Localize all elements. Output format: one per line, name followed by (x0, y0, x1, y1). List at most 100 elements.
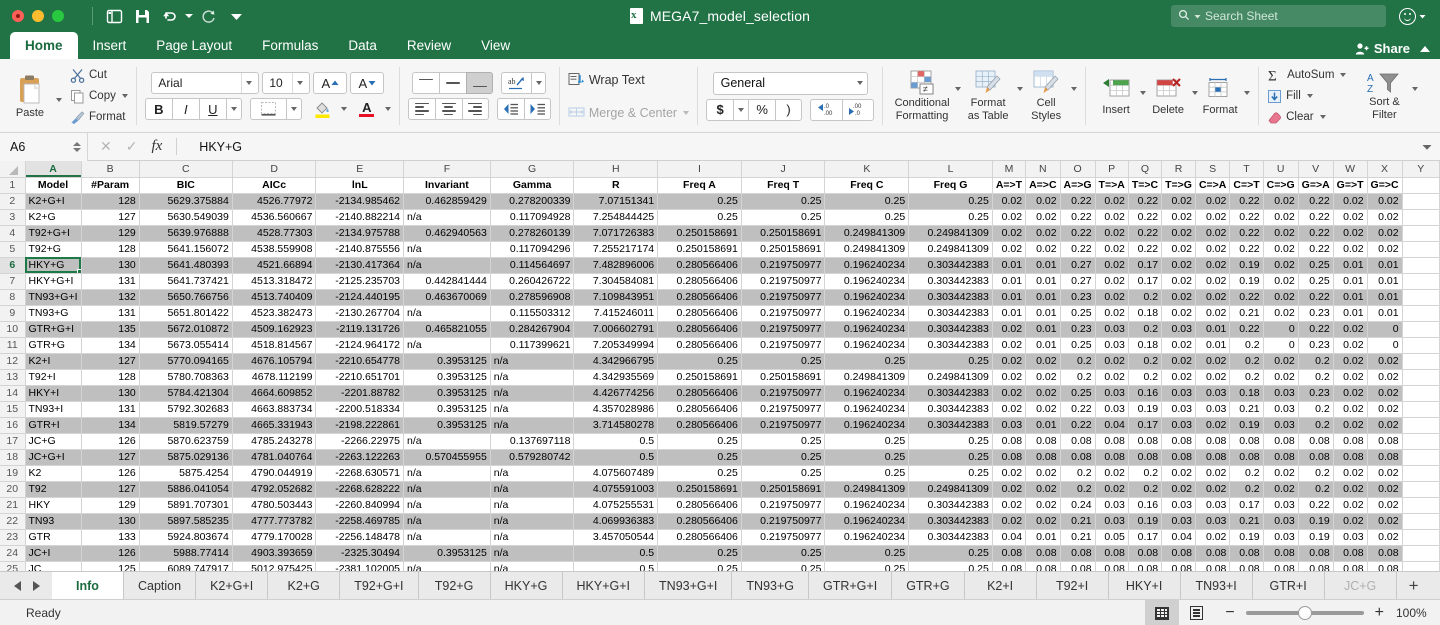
minimize-window-button[interactable] (32, 10, 44, 22)
data-cell[interactable]: 0.08 (1060, 449, 1096, 466)
row-header-10[interactable]: 10 (0, 321, 26, 338)
data-cell[interactable]: 0.01 (1333, 305, 1368, 322)
data-cell[interactable]: 126 (81, 433, 140, 450)
data-cell[interactable]: 0.02 (1367, 225, 1403, 242)
data-cell[interactable]: 0.25 (741, 561, 826, 571)
data-cell[interactable]: 0.02 (1095, 241, 1129, 258)
table-row[interactable]: 14 HKY+I 130 5784.421304 4664.609852 -2201.88… (0, 385, 1440, 402)
data-cell[interactable]: 0.22 (1128, 225, 1163, 242)
data-cell[interactable]: 4678.112199 (232, 369, 317, 386)
data-cell[interactable]: 0.22 (1229, 225, 1264, 242)
cut-button[interactable]: Cut (70, 66, 128, 85)
sheet-tab-gtr-plus-g[interactable]: GTR+G (892, 572, 965, 599)
data-cell[interactable]: 0.21 (1229, 401, 1264, 418)
data-cell[interactable]: 5672.010872 (139, 321, 233, 338)
data-cell[interactable]: 0.19 (1298, 529, 1334, 546)
data-cell[interactable]: n/a (490, 353, 575, 370)
data-cell[interactable]: 7.071726383 (573, 225, 659, 242)
data-cell[interactable]: 0.280566406 (657, 529, 742, 546)
data-cell[interactable]: -2210.651701 (315, 369, 405, 386)
data-cell[interactable]: 0.02 (1367, 417, 1403, 434)
data-cell[interactable]: 4.075591003 (573, 481, 659, 498)
sheet-tab-hky-plus-g[interactable]: HKY+G (490, 572, 563, 599)
data-cell[interactable]: 0.02 (1161, 209, 1196, 226)
data-cell[interactable]: 0.01 (1025, 337, 1061, 354)
data-cell[interactable]: K2 (25, 465, 82, 482)
data-cell[interactable]: 0.25 (1298, 257, 1334, 274)
data-cell[interactable]: 129 (81, 225, 140, 242)
data-cell[interactable]: 127 (81, 209, 140, 226)
data-cell[interactable]: 0.196240234 (824, 289, 910, 306)
data-cell[interactable]: 0.280566406 (657, 513, 742, 530)
data-cell[interactable]: 0.02 (1161, 305, 1196, 322)
data-cell[interactable]: 0.25 (741, 433, 826, 450)
data-cell[interactable]: 0.02 (1025, 369, 1061, 386)
data-cell[interactable]: 0.02 (1333, 193, 1368, 210)
font-family-select[interactable]: Arial (151, 72, 260, 94)
data-cell[interactable]: 131 (81, 401, 140, 418)
data-cell[interactable]: 0.219750977 (741, 289, 826, 306)
data-cell[interactable]: 0.02 (1195, 529, 1231, 546)
zoom-slider-thumb[interactable] (1297, 606, 1312, 620)
data-cell[interactable]: 5770.094165 (139, 353, 233, 370)
cell-empty[interactable] (1402, 497, 1440, 514)
data-cell[interactable]: 0.03 (1161, 385, 1196, 402)
data-cell[interactable]: 5639.976888 (139, 225, 233, 242)
data-cell[interactable]: 0.465821055 (403, 321, 491, 338)
data-cell[interactable]: 0.280566406 (657, 401, 742, 418)
data-cell[interactable]: 0.24 (1060, 497, 1096, 514)
next-sheet-icon[interactable] (33, 580, 40, 591)
table-row[interactable]: 16 GTR+I 134 5819.57279 4665.331943 -2198.222… (0, 417, 1440, 434)
name-box-spinner[interactable] (73, 141, 81, 152)
data-cell[interactable]: 0.2 (1298, 353, 1334, 370)
cell-empty[interactable] (1402, 289, 1440, 306)
column-header-D[interactable]: D (232, 161, 317, 178)
row-header-12[interactable]: 12 (0, 353, 26, 370)
column-label-cell[interactable]: Freq G (908, 177, 993, 194)
data-cell[interactable]: 4538.559908 (232, 241, 317, 258)
data-cell[interactable]: HKY+I (25, 385, 82, 402)
data-cell[interactable]: -2130.267704 (315, 305, 405, 322)
data-cell[interactable]: 0.02 (1367, 209, 1403, 226)
data-cell[interactable]: 0.08 (1095, 433, 1129, 450)
data-cell[interactable]: 4.357028986 (573, 401, 659, 418)
column-header-I[interactable]: I (657, 161, 742, 178)
data-cell[interactable]: 0.01 (1025, 321, 1061, 338)
data-cell[interactable]: 0.2 (1298, 401, 1334, 418)
data-cell[interactable]: n/a (490, 465, 575, 482)
sidebar-toggle-icon[interactable] (101, 4, 127, 28)
data-cell[interactable]: 0.02 (1161, 257, 1196, 274)
data-cell[interactable]: 0.25 (908, 353, 993, 370)
sheet-tab-gtr-plus-i[interactable]: GTR+I (1252, 572, 1325, 599)
decrease-font-size-button[interactable]: A (350, 72, 385, 94)
table-row[interactable]: 24 JC+I 126 5988.77414 4903.393659 -2325.3049… (0, 545, 1440, 562)
data-cell[interactable]: 0.02 (1195, 225, 1231, 242)
data-cell[interactable]: 0.280566406 (657, 337, 742, 354)
data-cell[interactable]: 0.303442383 (908, 289, 993, 306)
data-cell[interactable]: HKY+G+I (25, 273, 82, 290)
data-cell[interactable]: n/a (490, 369, 575, 386)
data-cell[interactable]: 0.02 (1263, 369, 1299, 386)
data-cell[interactable]: 129 (81, 497, 140, 514)
data-cell[interactable]: 4.342935569 (573, 369, 659, 386)
data-cell[interactable]: 0.02 (1333, 369, 1368, 386)
name-box[interactable]: A6 (0, 132, 88, 161)
cell-empty[interactable] (1402, 225, 1440, 242)
data-cell[interactable]: 0.463670069 (403, 289, 491, 306)
page-layout-view-button[interactable] (1179, 600, 1213, 625)
data-cell[interactable]: 0.22 (1229, 193, 1264, 210)
data-cell[interactable]: 0.196240234 (824, 417, 910, 434)
data-cell[interactable]: TN93+G+I (25, 289, 82, 306)
data-cell[interactable]: 4523.382473 (232, 305, 317, 322)
data-cell[interactable]: 0.2 (1229, 353, 1264, 370)
column-header-U[interactable]: U (1263, 161, 1299, 178)
data-cell[interactable]: JC+G (25, 433, 82, 450)
data-cell[interactable]: 0.22 (1229, 241, 1264, 258)
data-cell[interactable]: 0.25 (657, 209, 742, 226)
column-label-cell[interactable]: T=>G (1161, 177, 1196, 194)
data-cell[interactable]: 0.196240234 (824, 305, 910, 322)
data-cell[interactable]: 0.25 (657, 193, 742, 210)
data-cell[interactable]: 4.075607489 (573, 465, 659, 482)
data-cell[interactable]: 0.25 (1060, 337, 1096, 354)
data-cell[interactable]: 0.25 (908, 465, 993, 482)
